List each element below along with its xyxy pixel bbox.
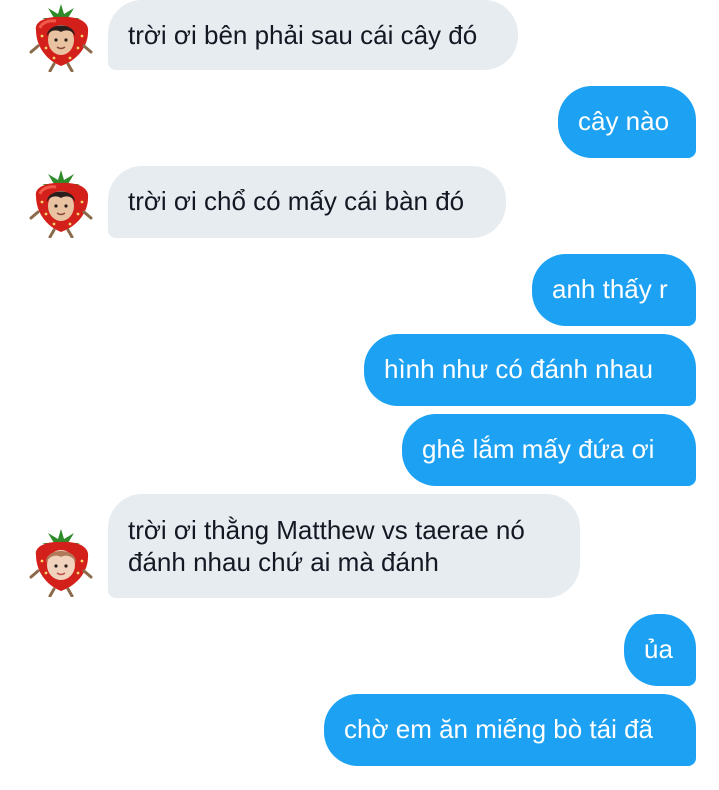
message-text: hình như có đánh nhau <box>384 354 653 384</box>
message-text: trời ơi chổ có mấy cái bàn đó <box>128 186 465 216</box>
message-text: trời ơi bên phải sau cái cây đó <box>128 20 478 50</box>
message-bubble-incoming[interactable]: trời ơi thằng Matthew vs taerae nó đánh … <box>108 494 580 598</box>
message-text-line: trời ơi thằng Matthew vs taerae nó <box>128 515 525 545</box>
message-text: anh thấy r <box>552 274 668 304</box>
message-bubble-outgoing[interactable]: chờ em ăn miếng bò tái đã <box>324 694 696 766</box>
message-bubble-outgoing[interactable]: ghê lắm mấy đứa ơi <box>402 414 696 486</box>
message-bubble-outgoing[interactable]: anh thấy r <box>532 254 696 326</box>
message-text: chờ em ăn miếng bò tái đã <box>344 714 654 744</box>
strawberry-avatar-icon[interactable] <box>28 527 94 597</box>
message-bubble-outgoing[interactable]: cây nào <box>558 86 696 158</box>
message-bubble-outgoing[interactable]: ủa <box>624 614 696 686</box>
strawberry-avatar-icon[interactable] <box>28 2 94 72</box>
message-bubble-incoming[interactable]: trời ơi bên phải sau cái cây đó <box>108 0 518 70</box>
message-text: cây nào <box>578 106 670 136</box>
message-bubble-incoming[interactable]: trời ơi chổ có mấy cái bàn đó <box>108 166 506 238</box>
strawberry-avatar-icon[interactable] <box>28 168 94 238</box>
message-bubble-outgoing[interactable]: hình như có đánh nhau <box>364 334 696 406</box>
message-text-line: đánh nhau chứ ai mà đánh <box>128 547 439 577</box>
message-text: ghê lắm mấy đứa ơi <box>422 434 655 464</box>
message-text: ủa <box>644 634 673 664</box>
